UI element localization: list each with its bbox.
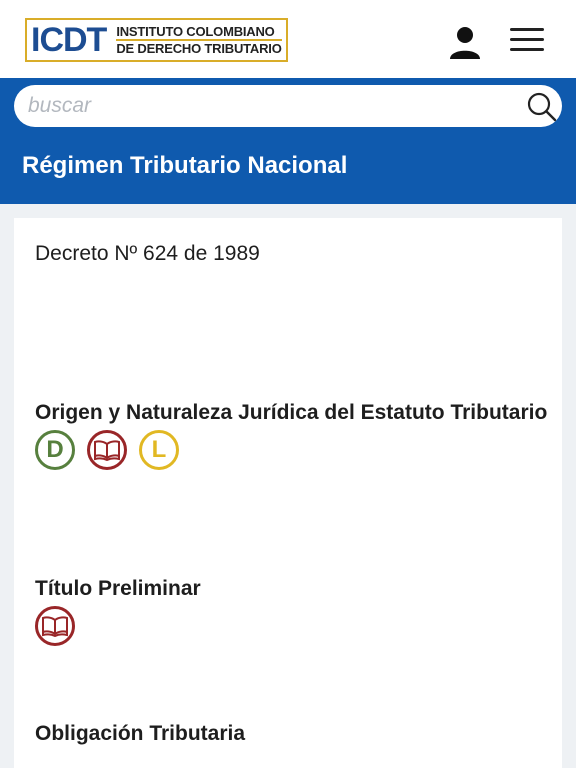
- search-bar: [14, 85, 562, 127]
- search-input[interactable]: [28, 90, 498, 122]
- content-card: Decreto Nº 624 de 1989 Origen y Naturale…: [14, 218, 562, 768]
- logo-line-2: DE DERECHO TRIBUTARIO: [116, 39, 282, 56]
- hamburger-menu-icon[interactable]: [510, 28, 544, 58]
- section-badges-origen: D L: [35, 430, 179, 470]
- section-badges-titulo-preliminar: [35, 606, 75, 646]
- open-book-icon[interactable]: [35, 606, 75, 646]
- user-icon[interactable]: [446, 24, 484, 62]
- section-title-obligacion[interactable]: Obligación Tributaria: [35, 722, 245, 746]
- icdt-logo[interactable]: ICDT INSTITUTO COLOMBIANO DE DERECHO TRI…: [25, 18, 288, 62]
- app-header: ICDT INSTITUTO COLOMBIANO DE DERECHO TRI…: [0, 0, 576, 80]
- section-title-origen[interactable]: Origen y Naturaleza Jurídica del Estatut…: [35, 401, 547, 425]
- doctrine-badge-icon[interactable]: D: [35, 430, 75, 470]
- logo-wordmark: INSTITUTO COLOMBIANO DE DERECHO TRIBUTAR…: [116, 18, 282, 62]
- logo-mark: ICDT: [31, 21, 107, 59]
- decree-heading: Decreto Nº 624 de 1989: [35, 242, 260, 265]
- page-title: Régimen Tributario Nacional: [22, 152, 348, 179]
- open-book-icon[interactable]: [87, 430, 127, 470]
- law-badge-icon[interactable]: L: [139, 430, 179, 470]
- search-icon[interactable]: [526, 92, 558, 122]
- section-title-titulo-preliminar[interactable]: Título Preliminar: [35, 577, 201, 601]
- logo-line-1: INSTITUTO COLOMBIANO: [116, 24, 275, 39]
- logo-frame: ICDT INSTITUTO COLOMBIANO DE DERECHO TRI…: [25, 18, 288, 62]
